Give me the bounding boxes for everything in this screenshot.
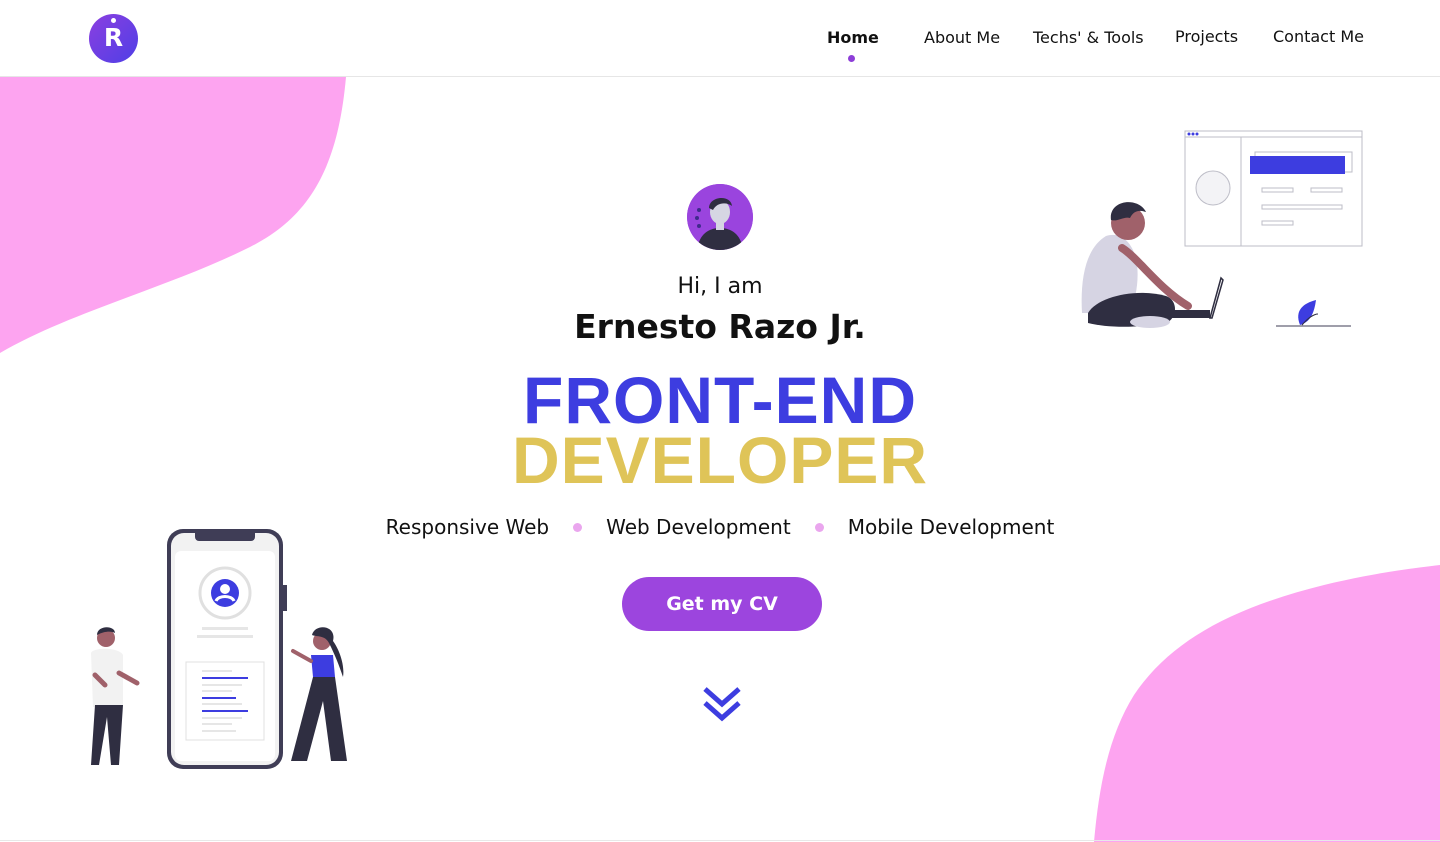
skills-list: Responsive Web Web Development Mobile De… (380, 515, 1060, 539)
avatar-icon (687, 184, 753, 250)
developer-laptop-illustration (1081, 130, 1363, 328)
skill-separator-dot (573, 522, 583, 532)
double-chevron-down-icon[interactable] (702, 686, 742, 724)
mobile-profile-illustration (91, 529, 347, 769)
decorative-blob-bottom-right (1094, 565, 1440, 842)
nav-item-home[interactable]: Home (827, 28, 879, 47)
skill-separator-dot (814, 522, 824, 532)
developer-name: Ernesto Razo Jr. (574, 307, 866, 346)
nav-item-about-me[interactable]: About Me (924, 28, 1000, 47)
greeting-text: Hi, I am (677, 274, 763, 299)
skill-item: Responsive Web (385, 515, 550, 539)
nav-item-projects[interactable]: Projects (1175, 27, 1238, 46)
page: R Home About Me Techs' & Tools Projects … (0, 0, 1440, 842)
logo-letter: R (103, 23, 124, 52)
active-nav-indicator (848, 55, 855, 62)
section-divider (0, 840, 1440, 841)
role-title-line-2: DEVELOPER (511, 423, 929, 497)
skill-item: Mobile Development (847, 515, 1055, 539)
get-cv-button[interactable]: Get my CV (622, 577, 822, 631)
site-header: R Home About Me Techs' & Tools Projects … (0, 0, 1440, 77)
decorative-blob-top-left (0, 77, 346, 353)
nav-item-contact-me[interactable]: Contact Me (1273, 27, 1364, 46)
logo-icon[interactable]: R (89, 14, 138, 63)
nav-item-techs-tools[interactable]: Techs' & Tools (1033, 28, 1144, 47)
skill-item: Web Development (606, 515, 791, 539)
